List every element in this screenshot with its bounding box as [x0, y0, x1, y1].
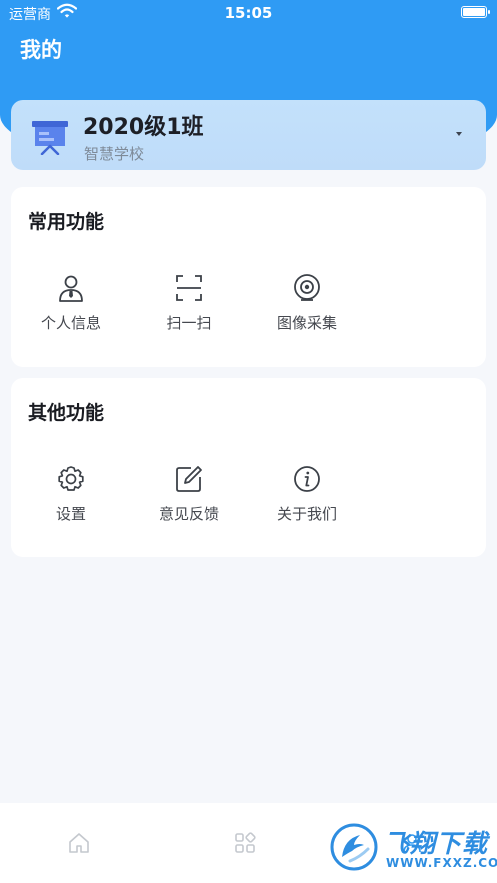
- other-functions-section: 其他功能 设置 意见反馈 关于我们: [11, 378, 486, 557]
- feedback-button[interactable]: 意见反馈: [134, 464, 244, 524]
- page-title: 我的: [20, 38, 62, 62]
- scan-button[interactable]: 扫一扫: [134, 273, 244, 333]
- clock: 15:05: [224, 4, 273, 22]
- grid-icon[interactable]: [233, 831, 257, 855]
- image-capture-button[interactable]: 图像采集: [252, 273, 362, 333]
- image-capture-label: 图像采集: [276, 314, 337, 332]
- common-functions-section: 常用功能 个人信息 扫一扫 图像采集: [11, 187, 486, 367]
- personal-info-button[interactable]: 个人信息: [16, 273, 126, 333]
- school-name: 智慧学校: [84, 145, 145, 163]
- scan-label: 扫一扫: [166, 314, 212, 332]
- about-us-button[interactable]: 关于我们: [252, 464, 362, 524]
- info-icon: [294, 466, 320, 492]
- scan-icon: [176, 275, 202, 301]
- personal-info-label: 个人信息: [40, 314, 101, 332]
- chevron-down-icon[interactable]: [456, 132, 462, 136]
- watermark-url: WWW.FXXZ.COM: [386, 856, 497, 870]
- camera-icon: [294, 274, 320, 301]
- watermark: 飞翔下载 WWW.FXXZ.COM: [330, 823, 497, 873]
- watermark-logo-icon: [330, 823, 378, 871]
- settings-label: 设置: [55, 505, 86, 523]
- edit-icon: [176, 466, 202, 492]
- school-board-icon: [31, 119, 69, 159]
- class-name: 2020级1班: [83, 115, 204, 140]
- gear-icon: [58, 466, 84, 491]
- section-title: 常用功能: [28, 211, 105, 233]
- watermark-text: 飞翔下载: [384, 829, 489, 858]
- about-us-label: 关于我们: [276, 505, 337, 523]
- settings-button[interactable]: 设置: [16, 464, 126, 524]
- home-icon[interactable]: [67, 831, 91, 855]
- user-icon: [59, 275, 83, 302]
- battery-icon: [461, 6, 490, 18]
- class-selector[interactable]: 2020级1班 智慧学校: [11, 100, 486, 170]
- feedback-label: 意见反馈: [158, 505, 219, 523]
- section-title: 其他功能: [28, 402, 105, 424]
- status-bar: 运营商 15:05: [0, 0, 497, 26]
